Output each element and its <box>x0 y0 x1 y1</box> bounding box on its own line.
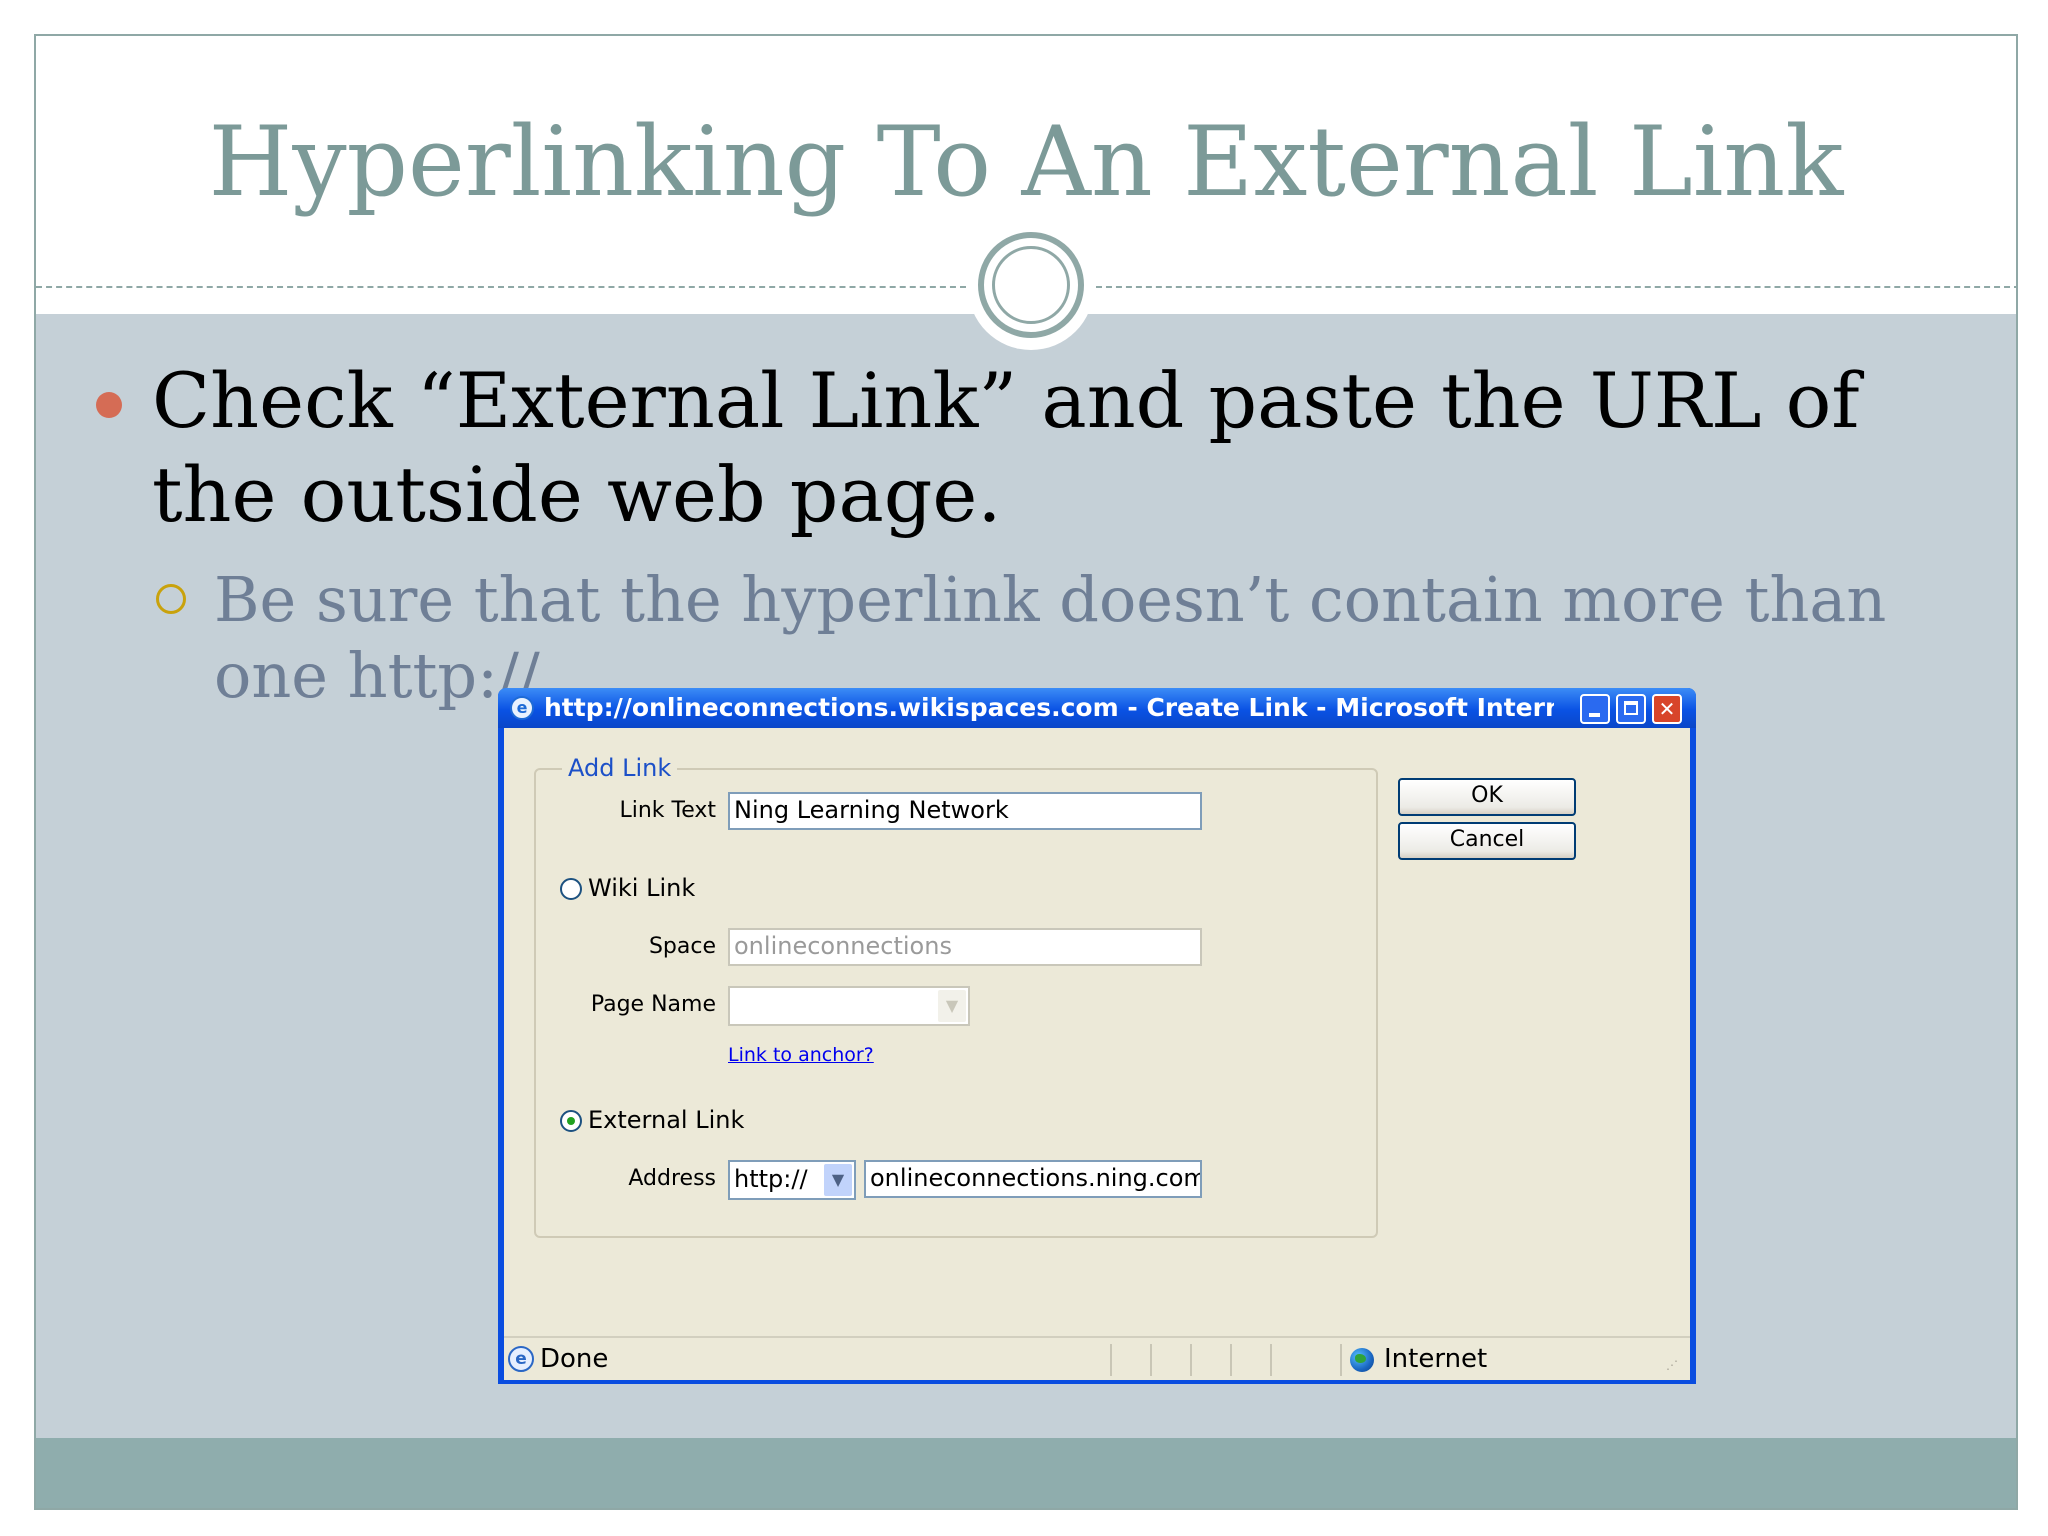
link-to-anchor-link[interactable]: Link to anchor? <box>728 1044 874 1066</box>
resize-grip-icon[interactable]: ⋰ <box>1666 1356 1684 1374</box>
status-divider <box>1150 1344 1152 1376</box>
minimize-button[interactable] <box>1580 694 1610 724</box>
space-input[interactable]: onlineconnections <box>728 928 1202 966</box>
create-link-window: e http://onlineconnections.wikispaces.co… <box>498 688 1696 1384</box>
radio-selected-dot <box>567 1117 575 1125</box>
window-title: http://onlineconnections.wikispaces.com … <box>544 694 1554 722</box>
link-text-label: Link Text <box>619 798 716 823</box>
external-link-label: External Link <box>588 1106 745 1134</box>
minimize-icon <box>1589 713 1600 717</box>
ok-button[interactable]: OK <box>1398 778 1576 816</box>
page-icon: e <box>508 1346 534 1372</box>
divider-right <box>1096 286 2016 288</box>
bullet-icon <box>96 392 122 418</box>
close-icon: ✕ <box>1658 697 1676 721</box>
circle-ornament-inner-icon <box>992 246 1070 324</box>
status-text: Done <box>540 1344 609 1374</box>
chevron-down-icon: ▼ <box>938 990 966 1022</box>
footer-bar <box>36 1438 2016 1508</box>
address-label: Address <box>628 1166 716 1191</box>
ie-icon: e <box>510 696 534 720</box>
status-divider <box>1340 1344 1342 1376</box>
page-name-select[interactable]: ▼ <box>728 986 970 1026</box>
status-divider <box>1270 1344 1272 1376</box>
group-title: Add Link <box>562 754 678 782</box>
protocol-select[interactable]: http:// ▼ <box>728 1160 856 1200</box>
space-label: Space <box>648 934 716 959</box>
globe-land <box>1355 1354 1366 1363</box>
cancel-button[interactable]: Cancel <box>1398 822 1576 860</box>
slide: Hyperlinking To An External Link Check “… <box>34 34 2018 1510</box>
sub-bullet-icon <box>156 584 186 614</box>
status-divider <box>1230 1344 1232 1376</box>
zone-text: Internet <box>1384 1344 1488 1374</box>
wiki-link-radio[interactable] <box>560 878 582 900</box>
chevron-down-icon: ▼ <box>824 1164 852 1196</box>
globe-icon <box>1350 1348 1374 1372</box>
bullet-text: Check “External Link” and paste the URL … <box>152 356 1860 539</box>
status-bar: e Done Internet ⋰ <box>504 1336 1690 1380</box>
divider-left <box>36 286 966 288</box>
close-button[interactable]: ✕ <box>1652 694 1682 724</box>
dialog-body: Add Link Link Text Ning Learning Network… <box>504 728 1690 1380</box>
maximize-button[interactable] <box>1616 694 1646 724</box>
address-input[interactable]: onlineconnections.ning.com <box>864 1160 1202 1198</box>
external-link-radio[interactable] <box>560 1110 582 1132</box>
maximize-icon <box>1624 701 1638 715</box>
link-text-input[interactable]: Ning Learning Network <box>728 792 1202 830</box>
wiki-link-label: Wiki Link <box>588 874 696 902</box>
window-titlebar[interactable]: e http://onlineconnections.wikispaces.co… <box>498 688 1696 728</box>
status-divider <box>1110 1344 1112 1376</box>
status-divider <box>1190 1344 1192 1376</box>
slide-title: Hyperlinking To An External Link <box>208 106 1844 218</box>
protocol-value: http:// <box>734 1165 808 1193</box>
page-name-label: Page Name <box>590 992 716 1017</box>
